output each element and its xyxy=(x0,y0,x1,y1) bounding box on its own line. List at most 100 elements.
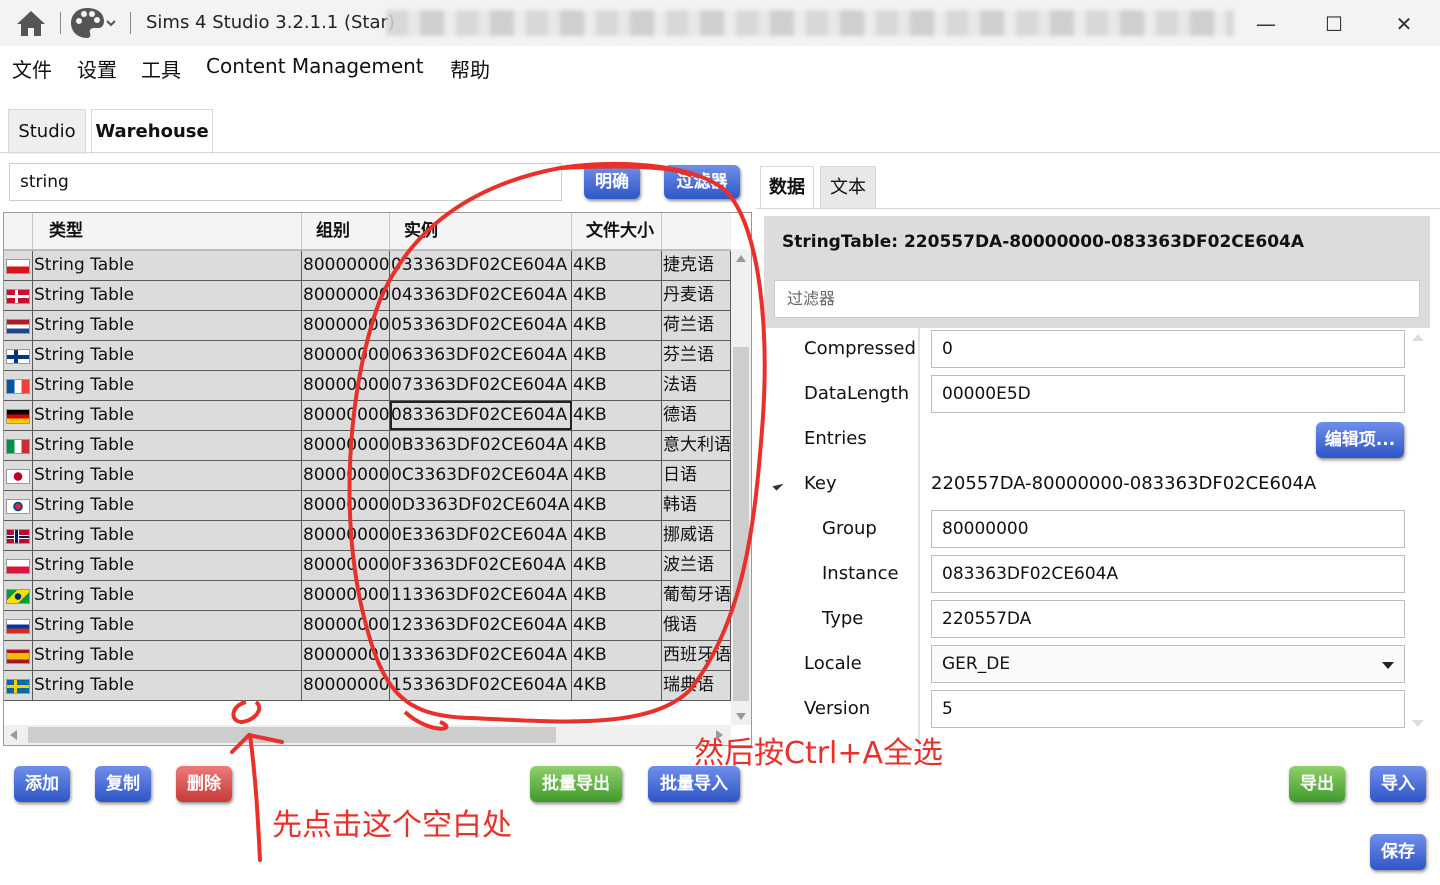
language-cell[interactable]: 芬兰语 xyxy=(662,341,731,370)
table-row[interactable]: String Table 80000000 123363DF02CE604A 4KB 俄… xyxy=(4,611,731,641)
filter-button[interactable]: 过滤器 xyxy=(664,165,740,199)
instance-cell[interactable]: 053363DF02CE604A xyxy=(390,311,572,340)
add-button[interactable]: 添加 xyxy=(14,766,70,802)
table-row[interactable]: String Table 80000000 153363DF02CE604A 4KB 瑞… xyxy=(4,671,731,701)
header-instance[interactable]: 实例 xyxy=(390,213,572,249)
instance-cell[interactable]: 0E3363DF02CE604A xyxy=(390,521,572,550)
group-cell[interactable]: 80000000 xyxy=(302,311,390,340)
language-cell[interactable]: 丹麦语 xyxy=(662,281,731,310)
header-type[interactable]: 类型 xyxy=(33,213,302,249)
group-cell[interactable]: 80000000 xyxy=(302,521,390,550)
flag-cell[interactable] xyxy=(4,431,33,460)
instance-cell[interactable]: 153363DF02CE604A xyxy=(390,671,572,700)
instance-cell[interactable]: 073363DF02CE604A xyxy=(390,371,572,400)
type-cell[interactable]: String Table xyxy=(33,671,302,700)
export-button[interactable]: 导出 xyxy=(1289,766,1345,802)
data-length-field[interactable]: 00000E5D xyxy=(931,375,1405,413)
size-cell[interactable]: 4KB xyxy=(572,401,662,430)
group-cell[interactable]: 80000000 xyxy=(302,551,390,580)
table-row[interactable]: String Table 80000000 133363DF02CE604A 4KB 西… xyxy=(4,641,731,671)
size-cell[interactable]: 4KB xyxy=(572,311,662,340)
group-cell[interactable]: 80000000 xyxy=(302,641,390,670)
table-row[interactable]: String Table 80000000 053363DF02CE604A 4KB 荷… xyxy=(4,311,731,341)
flag-cell[interactable] xyxy=(4,341,33,370)
size-cell[interactable]: 4KB xyxy=(572,251,662,280)
size-cell[interactable]: 4KB xyxy=(572,341,662,370)
import-button[interactable]: 导入 xyxy=(1370,766,1426,802)
size-cell[interactable]: 4KB xyxy=(572,431,662,460)
instance-cell[interactable]: 123363DF02CE604A xyxy=(390,611,572,640)
save-button[interactable]: 保存 xyxy=(1370,834,1426,870)
type-cell[interactable]: String Table xyxy=(33,341,302,370)
menu-help[interactable]: 帮助 xyxy=(450,54,490,83)
language-cell[interactable]: 意大利语 xyxy=(662,431,731,460)
compressed-field[interactable]: 0 xyxy=(931,330,1405,368)
flag-cell[interactable] xyxy=(4,551,33,580)
instance-cell[interactable]: 0B3363DF02CE604A xyxy=(390,431,572,460)
table-row[interactable]: String Table 80000000 063363DF02CE604A 4KB 芬… xyxy=(4,341,731,371)
instance-field[interactable]: 083363DF02CE604A xyxy=(931,555,1405,593)
chevron-down-icon[interactable] xyxy=(1382,662,1394,669)
language-cell[interactable]: 挪威语 xyxy=(662,521,731,550)
group-cell[interactable]: 80000000 xyxy=(302,431,390,460)
close-button[interactable]: ✕ xyxy=(1384,10,1424,38)
version-field[interactable]: 5 xyxy=(931,690,1405,728)
group-cell[interactable]: 80000000 xyxy=(302,491,390,520)
menu-tools[interactable]: 工具 xyxy=(141,54,181,83)
menu-content-management[interactable]: Content Management xyxy=(206,54,424,78)
instance-cell[interactable]: 063363DF02CE604A xyxy=(390,341,572,370)
table-row[interactable]: String Table 80000000 033363DF02CE604A 4KB 捷… xyxy=(4,251,731,281)
table-row[interactable]: String Table 80000000 073363DF02CE604A 4KB 法… xyxy=(4,371,731,401)
instance-cell[interactable]: 033363DF02CE604A xyxy=(390,251,572,280)
vertical-scroll-thumb[interactable] xyxy=(733,347,749,701)
property-scroll-up-icon[interactable] xyxy=(1412,334,1424,341)
flag-cell[interactable] xyxy=(4,581,33,610)
flag-cell[interactable] xyxy=(4,371,33,400)
table-row[interactable]: String Table 80000000 113363DF02CE604A 4KB 葡… xyxy=(4,581,731,611)
group-cell[interactable]: 80000000 xyxy=(302,461,390,490)
home-icon[interactable] xyxy=(14,8,48,38)
scroll-left-icon[interactable] xyxy=(10,730,17,740)
group-cell[interactable]: 80000000 xyxy=(302,671,390,700)
table-row[interactable]: String Table 80000000 0D3363DF02CE604A 4KB 韩… xyxy=(4,491,731,521)
instance-cell[interactable]: 133363DF02CE604A xyxy=(390,641,572,670)
size-cell[interactable]: 4KB xyxy=(572,581,662,610)
type-cell[interactable]: String Table xyxy=(33,521,302,550)
group-cell[interactable]: 80000000 xyxy=(302,581,390,610)
flag-cell[interactable] xyxy=(4,281,33,310)
instance-cell[interactable]: 043363DF02CE604A xyxy=(390,281,572,310)
type-field[interactable]: 220557DA xyxy=(931,600,1405,638)
type-cell[interactable]: String Table xyxy=(33,461,302,490)
flag-cell[interactable] xyxy=(4,671,33,700)
delete-button[interactable]: 删除 xyxy=(176,766,232,802)
size-cell[interactable]: 4KB xyxy=(572,521,662,550)
language-cell[interactable]: 德语 xyxy=(662,401,731,430)
type-cell[interactable]: String Table xyxy=(33,611,302,640)
flag-cell[interactable] xyxy=(4,521,33,550)
tab-data[interactable]: 数据 xyxy=(760,166,814,209)
locale-select[interactable]: GER_DE xyxy=(931,645,1405,683)
type-cell[interactable]: String Table xyxy=(33,431,302,460)
group-cell[interactable]: 80000000 xyxy=(302,251,390,280)
resource-grid[interactable]: 类型 组别 实例 文件大小 String Table 80000000 033363… xyxy=(3,212,752,746)
scroll-up-icon[interactable] xyxy=(736,255,746,262)
type-cell[interactable]: String Table xyxy=(33,371,302,400)
flag-cell[interactable] xyxy=(4,461,33,490)
flag-cell[interactable] xyxy=(4,641,33,670)
table-row[interactable]: String Table 80000000 043363DF02CE604A 4KB 丹… xyxy=(4,281,731,311)
table-row[interactable]: String Table 80000000 0E3363DF02CE604A 4KB 挪… xyxy=(4,521,731,551)
table-row[interactable]: String Table 80000000 0C3363DF02CE604A 4KB 日… xyxy=(4,461,731,491)
language-cell[interactable]: 韩语 xyxy=(662,491,731,520)
flag-cell[interactable] xyxy=(4,401,33,430)
language-cell[interactable]: 捷克语 xyxy=(662,251,731,280)
size-cell[interactable]: 4KB xyxy=(572,371,662,400)
language-cell[interactable]: 荷兰语 xyxy=(662,311,731,340)
minimize-button[interactable]: — xyxy=(1246,10,1286,38)
table-row[interactable]: String Table 80000000 083363DF02CE604A 4KB 德… xyxy=(4,401,731,431)
type-cell[interactable]: String Table xyxy=(33,401,302,430)
header-size[interactable]: 文件大小 xyxy=(572,213,662,249)
type-cell[interactable]: String Table xyxy=(33,551,302,580)
instance-cell[interactable]: 0F3363DF02CE604A xyxy=(390,551,572,580)
language-cell[interactable]: 法语 xyxy=(662,371,731,400)
horizontal-scroll-thumb[interactable] xyxy=(28,727,556,743)
